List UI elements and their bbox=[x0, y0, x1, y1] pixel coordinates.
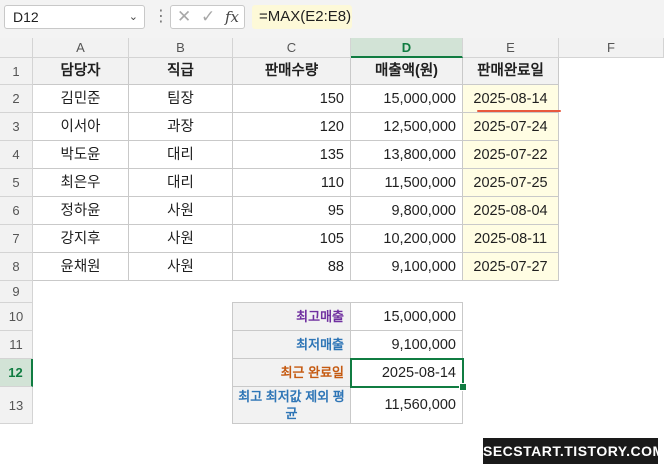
table-cell[interactable]: 2025-07-25 bbox=[463, 169, 559, 197]
summary-label[interactable]: 최고 최저값 제외 평균 bbox=[233, 387, 351, 424]
row-header-9[interactable]: 9 bbox=[0, 281, 33, 303]
table-cell[interactable]: 105 bbox=[233, 225, 351, 253]
table-cell[interactable]: 대리 bbox=[129, 141, 233, 169]
table-cell[interactable]: 2025-07-22 bbox=[463, 141, 559, 169]
summary-top-border bbox=[233, 302, 463, 303]
more-vertical-icon[interactable]: ⋮ bbox=[153, 7, 169, 27]
row-header-6[interactable]: 6 bbox=[0, 197, 33, 225]
column-header-b[interactable]: B bbox=[129, 38, 233, 58]
row-header-5[interactable]: 5 bbox=[0, 169, 33, 197]
row-header-3[interactable]: 3 bbox=[0, 113, 33, 141]
table-header-cell[interactable]: 판매수량 bbox=[233, 58, 351, 85]
table-cell[interactable]: 최은우 bbox=[33, 169, 129, 197]
table-header-cell[interactable]: 판매완료일 bbox=[463, 58, 559, 85]
select-all-corner[interactable] bbox=[0, 38, 33, 58]
formula-bar: D12 ⌄ ⋮ ✕ ✓ fx =MAX(E2:E8) bbox=[0, 0, 664, 39]
table-cell[interactable]: 과장 bbox=[129, 113, 233, 141]
row-header-7[interactable]: 7 bbox=[0, 225, 33, 253]
watermark: SECSTART.TISTORY.COM bbox=[483, 438, 664, 464]
table-cell[interactable]: 95 bbox=[233, 197, 351, 225]
table-cell[interactable]: 박도윤 bbox=[33, 141, 129, 169]
summary-value[interactable]: 15,000,000 bbox=[351, 303, 463, 331]
table-cell[interactable]: 팀장 bbox=[129, 85, 233, 113]
column-header-c[interactable]: C bbox=[233, 38, 351, 58]
row-header-4[interactable]: 4 bbox=[0, 141, 33, 169]
formula-buttons: ✕ ✓ fx bbox=[170, 5, 245, 29]
row-header-2[interactable]: 2 bbox=[0, 85, 33, 113]
table-cell[interactable]: 12,500,000 bbox=[351, 113, 463, 141]
fill-handle[interactable] bbox=[459, 383, 467, 391]
chevron-down-icon[interactable]: ⌄ bbox=[129, 6, 138, 28]
table-cell[interactable]: 135 bbox=[233, 141, 351, 169]
table-cell[interactable]: 김민준 bbox=[33, 85, 129, 113]
insert-function-icon[interactable]: fx bbox=[225, 7, 239, 27]
table-cell[interactable]: 9,800,000 bbox=[351, 197, 463, 225]
table-cell[interactable]: 사원 bbox=[129, 253, 233, 281]
table-header-cell[interactable]: 직급 bbox=[129, 58, 233, 85]
row-header-11[interactable]: 11 bbox=[0, 331, 33, 359]
table-cell[interactable]: 9,100,000 bbox=[351, 253, 463, 281]
table-cell[interactable]: 강지후 bbox=[33, 225, 129, 253]
table-cell[interactable]: 2025-08-04 bbox=[463, 197, 559, 225]
table-cell[interactable]: 사원 bbox=[129, 225, 233, 253]
table-cell[interactable]: 10,200,000 bbox=[351, 225, 463, 253]
table-cell[interactable]: 11,500,000 bbox=[351, 169, 463, 197]
table-header-cell[interactable]: 매출액(원) bbox=[351, 58, 463, 85]
summary-label[interactable]: 최저매출 bbox=[233, 331, 351, 359]
row-header-13[interactable]: 13 bbox=[0, 387, 33, 424]
column-header-d[interactable]: D bbox=[351, 38, 463, 58]
row-header-10[interactable]: 10 bbox=[0, 303, 33, 331]
table-cell[interactable]: 15,000,000 bbox=[351, 85, 463, 113]
active-cell-selection[interactable] bbox=[350, 358, 464, 388]
summary-value[interactable]: 9,100,000 bbox=[351, 331, 463, 359]
max-date-underline bbox=[477, 110, 561, 112]
row-header-8[interactable]: 8 bbox=[0, 253, 33, 281]
cancel-icon[interactable]: ✕ bbox=[177, 7, 191, 27]
table-cell[interactable]: 사원 bbox=[129, 197, 233, 225]
column-header-a[interactable]: A bbox=[33, 38, 129, 58]
table-cell[interactable]: 2025-07-24 bbox=[463, 113, 559, 141]
table-cell[interactable]: 2025-08-14 bbox=[463, 85, 559, 113]
table-cell[interactable]: 대리 bbox=[129, 169, 233, 197]
name-box-value: D12 bbox=[13, 9, 39, 25]
table-cell[interactable]: 2025-08-11 bbox=[463, 225, 559, 253]
summary-label[interactable]: 최근 완료일 bbox=[233, 359, 351, 387]
formula-input[interactable]: =MAX(E2:E8) bbox=[252, 5, 352, 29]
table-cell[interactable]: 정하윤 bbox=[33, 197, 129, 225]
summary-left-border bbox=[232, 302, 233, 424]
table-header-cell[interactable]: 담당자 bbox=[33, 58, 129, 85]
column-header-e[interactable]: E bbox=[463, 38, 559, 58]
row-header-12[interactable]: 12 bbox=[0, 359, 33, 387]
table-cell[interactable]: 150 bbox=[233, 85, 351, 113]
table-cell[interactable]: 110 bbox=[233, 169, 351, 197]
summary-label[interactable]: 최고매출 bbox=[233, 303, 351, 331]
table-cell[interactable]: 윤채원 bbox=[33, 253, 129, 281]
table-cell[interactable]: 2025-07-27 bbox=[463, 253, 559, 281]
check-icon[interactable]: ✓ bbox=[201, 7, 215, 27]
table-cell[interactable]: 88 bbox=[233, 253, 351, 281]
column-header-f[interactable]: F bbox=[559, 38, 664, 58]
summary-value[interactable]: 11,560,000 bbox=[351, 387, 463, 424]
table-cell[interactable]: 13,800,000 bbox=[351, 141, 463, 169]
row-header-1[interactable]: 1 bbox=[0, 58, 33, 85]
name-box[interactable]: D12 ⌄ bbox=[4, 5, 145, 29]
table-cell[interactable]: 120 bbox=[233, 113, 351, 141]
table-cell[interactable]: 이서아 bbox=[33, 113, 129, 141]
